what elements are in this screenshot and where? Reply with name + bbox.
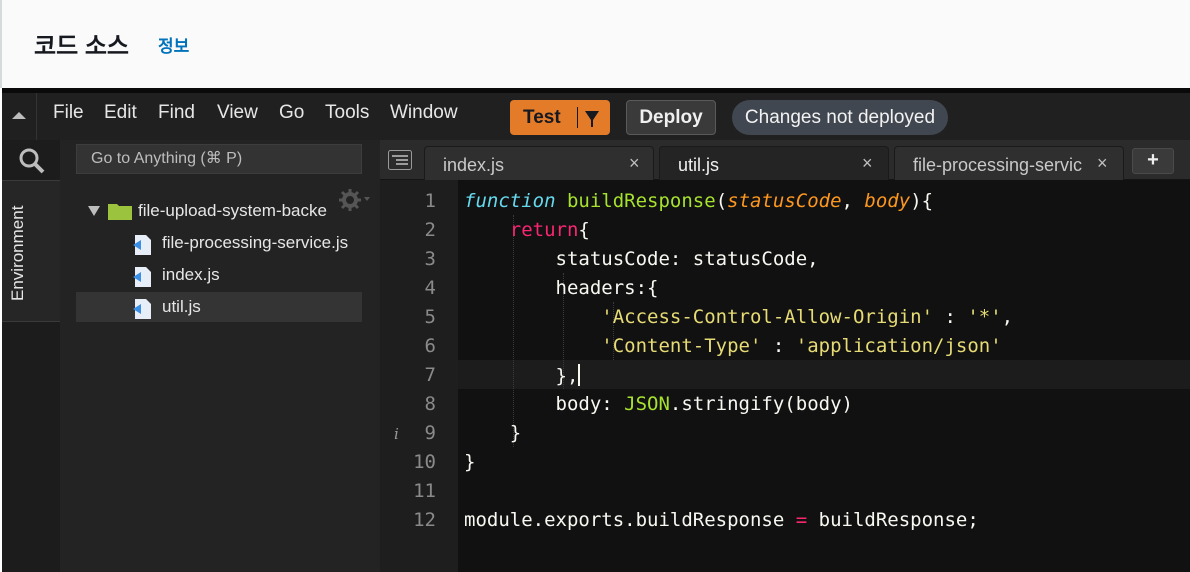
- line-number: 8: [424, 393, 436, 415]
- line-number: 2: [424, 219, 436, 241]
- code-line: function buildResponse(statusCode, body)…: [464, 190, 934, 212]
- test-button-label: Test: [523, 107, 561, 128]
- menu-view[interactable]: View: [217, 102, 258, 124]
- folder-label: file-upload-system-backe: [138, 201, 327, 220]
- info-link[interactable]: 정보: [158, 32, 189, 57]
- close-icon[interactable]: ×: [629, 153, 640, 174]
- page-title: 코드 소스: [34, 33, 129, 60]
- menu-window[interactable]: Window: [390, 102, 458, 124]
- menu-edit[interactable]: Edit: [104, 102, 137, 124]
- tab-util-js[interactable]: util.js ×: [659, 146, 889, 180]
- editor-area: index.js × util.js × file-processing-ser…: [380, 140, 1190, 572]
- code-line: }: [464, 422, 522, 444]
- menu-bar: File Edit Find View Go Tools Window Test…: [2, 88, 1190, 140]
- line-number: 11: [413, 480, 436, 502]
- search-icon: [19, 148, 45, 174]
- text-cursor: [578, 364, 581, 386]
- line-number: 3: [424, 248, 436, 270]
- line-number: 6: [424, 335, 436, 357]
- line-number: 1: [424, 190, 436, 212]
- cloud9-ide: File Edit Find View Go Tools Window Test…: [2, 88, 1190, 572]
- line-number: 10: [413, 451, 436, 473]
- environment-tab[interactable]: Environment: [2, 180, 60, 322]
- code-line: return{: [509, 219, 590, 241]
- tab-label: util.js: [678, 155, 720, 175]
- js-file-icon: [133, 235, 151, 255]
- menu-file[interactable]: File: [53, 102, 84, 124]
- environment-label: Environment: [8, 205, 27, 301]
- tab-label: index.js: [443, 155, 505, 175]
- tab-index-js[interactable]: index.js ×: [424, 146, 654, 180]
- deploy-button[interactable]: Deploy: [626, 100, 716, 135]
- js-file-icon: [133, 299, 151, 319]
- menu-find[interactable]: Find: [158, 102, 195, 124]
- line-number: 12: [413, 509, 436, 531]
- tree-file[interactable]: index.js: [76, 260, 362, 290]
- tree-folder[interactable]: file-upload-system-backe: [76, 196, 362, 226]
- tab-label: file-processing-servic: [913, 155, 1083, 175]
- goto-anything-input[interactable]: Go to Anything (⌘ P): [76, 144, 362, 174]
- left-panel-strip: Environment: [2, 140, 60, 572]
- folder-icon: [108, 204, 132, 220]
- code-line: },: [464, 364, 581, 387]
- tab-file-processing[interactable]: file-processing-servic ×: [894, 146, 1124, 180]
- tree-file-selected[interactable]: util.js: [76, 292, 362, 322]
- status-badge: Changes not deployed: [732, 100, 948, 135]
- file-label: util.js: [162, 297, 201, 316]
- tab-list-icon[interactable]: [388, 150, 412, 170]
- code-line: }: [464, 451, 476, 473]
- dropdown-arrow-icon[interactable]: [584, 110, 600, 128]
- file-tree: Go to Anything (⌘ P) file-upload-system-…: [60, 140, 381, 572]
- new-tab-button[interactable]: +: [1132, 148, 1174, 174]
- test-button[interactable]: Test: [510, 100, 610, 135]
- code-line: module.exports.buildResponse = buildResp…: [464, 509, 979, 531]
- test-button-separator: [577, 107, 578, 128]
- line-number: 5: [424, 306, 436, 328]
- file-label: index.js: [162, 265, 220, 284]
- caret-down-icon: [88, 206, 100, 216]
- code-line: body: JSON.stringify(body): [464, 393, 853, 415]
- code-line: 'Content-Type' : 'application/json': [601, 335, 1002, 357]
- tab-bar: index.js × util.js × file-processing-ser…: [380, 140, 1190, 180]
- line-gutter: i 1 2 3 4 5 6 7 8 9 10 11 12: [380, 180, 458, 572]
- tree-file[interactable]: file-processing-service.js: [76, 228, 362, 258]
- close-icon[interactable]: ×: [862, 153, 873, 174]
- code-line: statusCode: statusCode,: [464, 248, 819, 270]
- file-label: file-processing-service.js: [162, 233, 349, 252]
- collapse-toggle[interactable]: [2, 93, 37, 140]
- code-line: headers:{: [464, 277, 659, 299]
- line-number: 4: [424, 277, 436, 299]
- code-line: 'Access-Control-Allow-Origin' : '*',: [601, 306, 1014, 328]
- code-editor[interactable]: function buildResponse(statusCode, body)…: [458, 180, 1190, 572]
- line-number: 9: [424, 422, 436, 444]
- close-icon[interactable]: ×: [1097, 153, 1108, 174]
- page-header: 코드 소스 정보: [0, 0, 1190, 88]
- search-toggle[interactable]: [2, 140, 60, 180]
- menu-tools[interactable]: Tools: [325, 102, 369, 124]
- triangle-up-icon: [12, 112, 26, 119]
- line-number: 7: [424, 364, 436, 386]
- menu-go[interactable]: Go: [279, 102, 304, 124]
- js-file-icon: [133, 267, 151, 287]
